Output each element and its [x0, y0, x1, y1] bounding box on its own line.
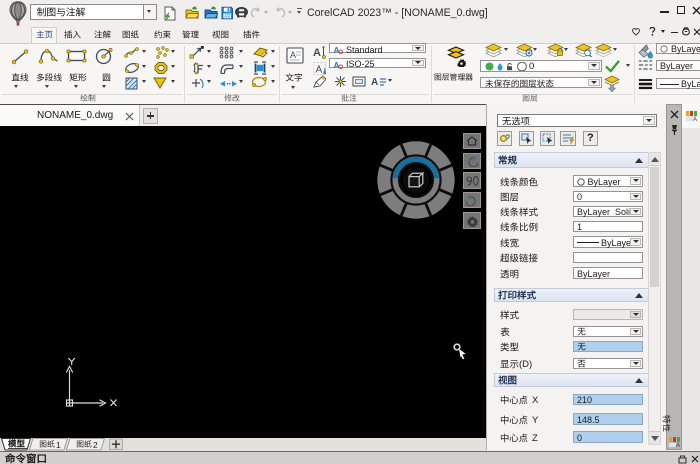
svg-text:A: A	[290, 50, 296, 60]
svg-text:A: A	[334, 46, 340, 54]
svg-text:A: A	[316, 65, 323, 76]
svg-text:A: A	[313, 47, 321, 59]
svg-text:A: A	[693, 117, 697, 122]
svg-text:A: A	[334, 61, 340, 69]
svg-text:A: A	[371, 77, 378, 88]
svg-text:A: A	[676, 443, 680, 448]
